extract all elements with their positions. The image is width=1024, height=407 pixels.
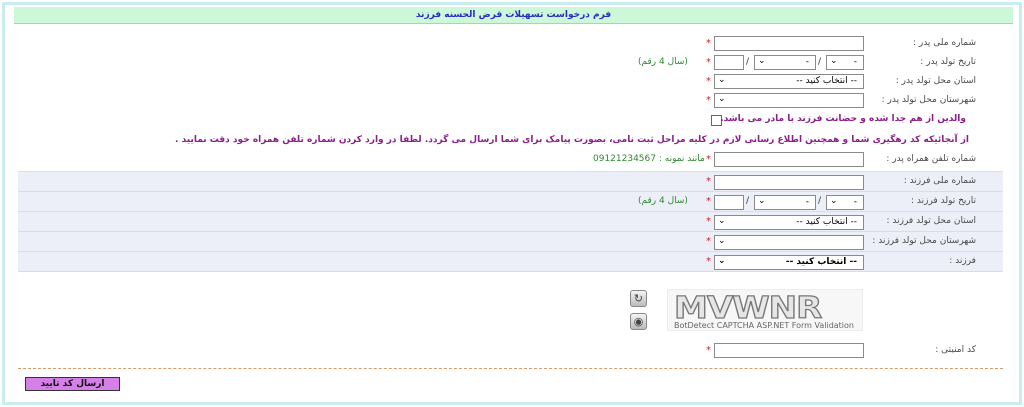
father-national-id-label: شماره ملی پدر : [912, 38, 976, 48]
child-national-id-label: شماره ملی فرزند : [903, 176, 976, 186]
father-birth-month-select[interactable]: - ⌄ [754, 55, 816, 70]
father-birth-city-label: شهرستان محل تولد پدر : [881, 95, 976, 105]
child-birth-date-label: تاریخ تولد فرزند : [911, 196, 976, 206]
required-mark: * [706, 236, 711, 247]
divider [18, 368, 1003, 369]
father-year-hint: (سال 4 رقم) [638, 57, 688, 67]
chevron-down-icon: ⌄ [718, 236, 726, 246]
chevron-down-icon: ⌄ [718, 75, 726, 85]
security-code-input[interactable] [714, 343, 864, 358]
child-national-id-input[interactable] [714, 175, 864, 190]
father-birth-year-input[interactable] [714, 55, 744, 70]
child-select-row: فرزند : -- انتخاب کنید -- ⌄ * [18, 251, 1003, 272]
audio-captcha-icon[interactable]: ◉ [630, 313, 647, 330]
required-mark: * [706, 76, 711, 87]
chevron-down-icon: ⌄ [718, 216, 726, 226]
submit-button[interactable]: ارسال کد تایید [25, 377, 120, 391]
chevron-down-icon: ⌄ [718, 256, 726, 266]
child-birth-city-label: شهرستان محل تولد فرزند : [872, 236, 976, 246]
required-mark: * [706, 216, 711, 227]
captcha-image: MVWNR BotDetect CAPTCHA ASP.NET Form Val… [667, 289, 863, 331]
chevron-down-icon: ⌄ [758, 56, 766, 66]
required-mark: * [706, 38, 711, 49]
required-mark: * [706, 57, 711, 68]
child-birth-province-select[interactable]: -- انتخاب کنید -- ⌄ [714, 215, 864, 230]
child-birth-date-row: تاریخ تولد فرزند : - ⌄ / - ⌄ / * (سال 4 رق… [18, 191, 1003, 211]
required-mark: * [706, 154, 711, 165]
father-national-id-input[interactable] [714, 36, 864, 51]
child-year-hint: (سال 4 رقم) [638, 196, 688, 206]
required-mark: * [706, 256, 711, 267]
mobile-row: شماره تلفن همراه پدر : * مانند نمونه : 0… [18, 150, 1003, 169]
custody-label: والدین از هم جدا شده و حضانت فرزند با ما… [720, 114, 966, 124]
child-birth-day-select[interactable]: - ⌄ [826, 195, 864, 210]
security-code-label: کد امنیتی : [935, 345, 976, 355]
required-mark: * [706, 196, 711, 207]
child-birth-month-select[interactable]: - ⌄ [754, 195, 816, 210]
chevron-down-icon: ⌄ [830, 56, 838, 66]
mobile-input[interactable] [714, 152, 864, 167]
required-mark: * [706, 345, 711, 356]
child-birth-province-label: استان محل تولد فرزند : [886, 216, 977, 226]
chevron-down-icon: ⌄ [830, 196, 838, 206]
father-birth-city-select[interactable]: ⌄ [714, 93, 864, 108]
chevron-down-icon: ⌄ [718, 94, 726, 104]
father-birth-province-row: استان محل تولد پدر : -- انتخاب کنید -- ⌄ … [18, 72, 1003, 91]
security-code-row: کد امنیتی : * [18, 341, 1003, 360]
father-national-id-row: شماره ملی پدر : * [18, 34, 1003, 53]
captcha-caption: BotDetect CAPTCHA ASP.NET Form Validatio… [674, 321, 854, 330]
father-birth-city-row: شهرستان محل تولد پدر : ⌄ * [18, 91, 1003, 110]
child-birth-city-select[interactable]: ⌄ [714, 235, 864, 250]
child-birth-city-row: شهرستان محل تولد فرزند : ⌄ * [18, 231, 1003, 251]
father-birth-date-row: تاریخ تولد پدر : - ⌄ / - ⌄ / * (سال 4 رقم) [18, 53, 1003, 72]
father-birth-day-select[interactable]: - ⌄ [826, 55, 864, 70]
child-national-id-row: شماره ملی فرزند : * [18, 171, 1003, 191]
required-mark: * [706, 95, 711, 106]
father-birth-date-label: تاریخ تولد پدر : [920, 57, 976, 67]
father-birth-province-label: استان محل تولد پدر : [895, 76, 976, 86]
mobile-hint: مانند نمونه : 09121234567 [593, 154, 705, 164]
mobile-label: شماره تلفن همراه پدر : [886, 154, 976, 164]
child-birth-year-input[interactable] [714, 195, 744, 210]
sms-notice: از آنجائیکه کد رهگیری شما و همچنین اطلاع… [175, 135, 969, 145]
chevron-down-icon: ⌄ [758, 196, 766, 206]
required-mark: * [706, 176, 711, 187]
father-birth-province-select[interactable]: -- انتخاب کنید -- ⌄ [714, 74, 864, 89]
child-select-label: فرزند : [949, 256, 976, 266]
child-select[interactable]: -- انتخاب کنید -- ⌄ [714, 255, 864, 270]
refresh-captcha-icon[interactable]: ↻ [630, 290, 647, 307]
child-birth-province-row: استان محل تولد فرزند : -- انتخاب کنید --… [18, 211, 1003, 231]
form-title: فرم درخواست تسهیلات قرض الحسنه فرزند [14, 7, 1013, 24]
